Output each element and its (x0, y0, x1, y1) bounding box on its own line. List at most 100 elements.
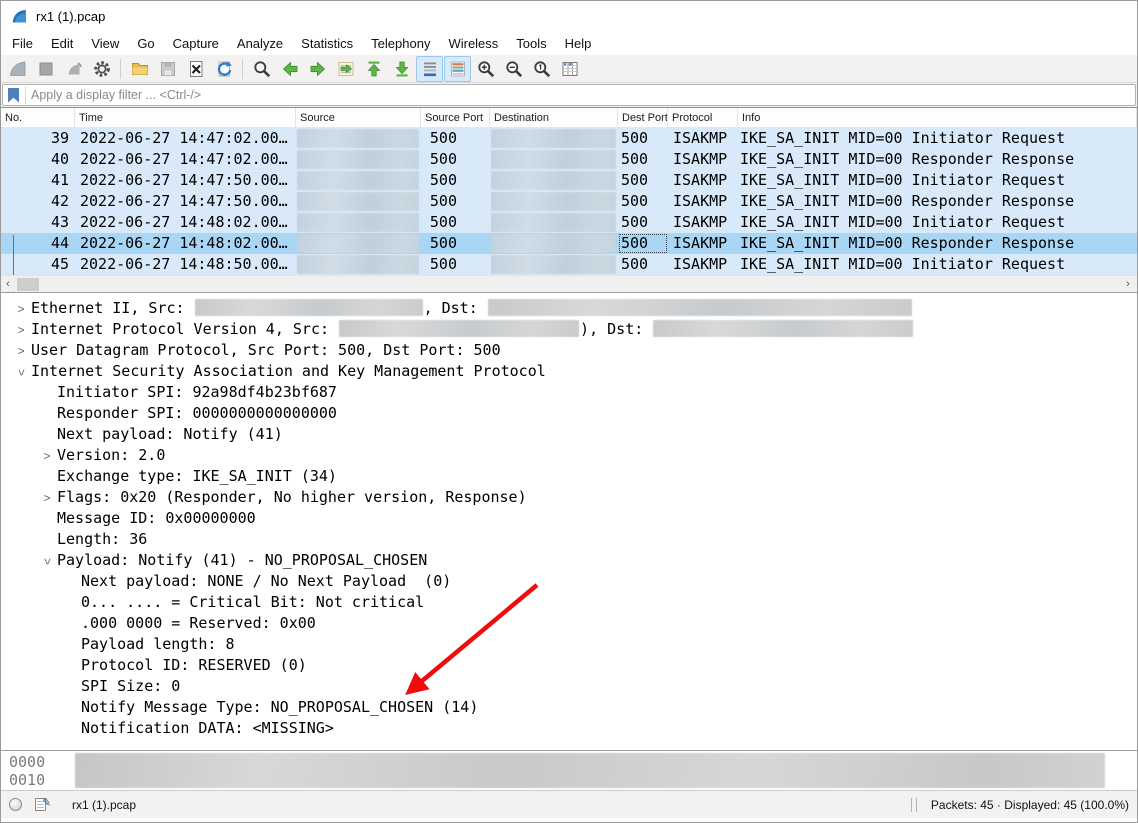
packet-time: 2022-06-27 14:47:50.00… (75, 170, 296, 191)
detail-row[interactable]: >Flags: 0x20 (Responder, No higher versi… (1, 487, 1137, 508)
detail-text: Initiator SPI: 92a98df4b23bf687 (57, 383, 337, 401)
column-header[interactable]: Source Port (421, 108, 490, 127)
find-packet-icon[interactable] (248, 56, 275, 82)
detail-text: Flags: 0x20 (Responder, No higher versio… (57, 488, 527, 506)
go-forward-icon[interactable] (304, 56, 331, 82)
column-header[interactable]: Protocol (668, 108, 738, 127)
detail-row[interactable]: >Payload: Notify (41) - NO_PROPOSAL_CHOS… (1, 550, 1137, 571)
first-packet-icon[interactable] (360, 56, 387, 82)
detail-row[interactable]: Next payload: NONE / No Next Payload (0) (1, 571, 1137, 592)
expander-icon[interactable]: > (11, 299, 31, 320)
packet-protocol: ISAKMP (668, 233, 738, 254)
redacted-source (297, 129, 419, 148)
detail-row[interactable]: Notify Message Type: NO_PROPOSAL_CHOSEN … (1, 697, 1137, 718)
zoom-in-icon[interactable] (472, 56, 499, 82)
save-file-icon[interactable] (154, 56, 181, 82)
expander-icon[interactable]: > (37, 446, 57, 467)
column-header[interactable]: Time (75, 108, 296, 127)
scroll-left-arrow-icon[interactable]: ‹ (1, 277, 15, 292)
expander-icon[interactable]: > (37, 488, 57, 509)
detail-row[interactable]: >Version: 2.0 (1, 445, 1137, 466)
open-file-icon[interactable] (126, 56, 153, 82)
packet-source-port: 500 (421, 170, 490, 191)
detail-text: Ethernet II, Src: , Dst: (31, 299, 913, 317)
zoom-original-icon[interactable] (528, 56, 555, 82)
detail-row[interactable]: >Ethernet II, Src: , Dst: (1, 298, 1137, 319)
stop-capture-icon[interactable] (32, 56, 59, 82)
detail-row[interactable]: Responder SPI: 0000000000000000 (1, 403, 1137, 424)
detail-row[interactable]: Message ID: 0x00000000 (1, 508, 1137, 529)
last-packet-icon[interactable] (388, 56, 415, 82)
go-to-packet-icon[interactable] (332, 56, 359, 82)
main-toolbar (1, 55, 1137, 83)
colorize-icon[interactable] (444, 56, 471, 82)
column-header[interactable]: Dest Port (618, 108, 668, 127)
expander-icon[interactable]: > (37, 552, 58, 572)
start-capture-icon[interactable] (4, 56, 31, 82)
packet-time: 2022-06-27 14:48:02.00… (75, 233, 296, 254)
menu-item[interactable]: Wireless (439, 33, 507, 54)
menu-item[interactable]: Statistics (292, 33, 362, 54)
detail-text: Responder SPI: 0000000000000000 (57, 404, 337, 422)
menu-item[interactable]: Telephony (362, 33, 439, 54)
menu-item[interactable]: Go (128, 33, 163, 54)
detail-text: Protocol ID: RESERVED (0) (81, 656, 307, 674)
detail-row[interactable]: >Internet Protocol Version 4, Src: ), Ds… (1, 319, 1137, 340)
expander-icon[interactable]: > (11, 341, 31, 362)
menu-item[interactable]: Tools (507, 33, 555, 54)
menu-item[interactable]: Capture (164, 33, 228, 54)
packet-row[interactable]: 41 2022-06-27 14:47:50.00… 500 500 ISAKM… (1, 170, 1137, 191)
display-filter-input[interactable] (31, 88, 1135, 102)
column-header[interactable]: No. (1, 108, 75, 127)
detail-row[interactable]: .000 0000 = Reserved: 0x00 (1, 613, 1137, 634)
packet-info: IKE_SA_INIT MID=00 Responder Response (738, 233, 1137, 254)
packet-time: 2022-06-27 14:48:02.00… (75, 212, 296, 233)
packet-row[interactable]: 45 2022-06-27 14:48:50.00… 500 500 ISAKM… (1, 254, 1137, 275)
packet-row[interactable]: 44 2022-06-27 14:48:02.00… 500 500 ISAKM… (1, 233, 1137, 254)
detail-row[interactable]: Next payload: Notify (41) (1, 424, 1137, 445)
detail-row[interactable]: Initiator SPI: 92a98df4b23bf687 (1, 382, 1137, 403)
packet-row[interactable]: 42 2022-06-27 14:47:50.00… 500 500 ISAKM… (1, 191, 1137, 212)
restart-capture-icon[interactable] (60, 56, 87, 82)
horizontal-scrollbar[interactable]: ‹ › (1, 275, 1137, 292)
toolbar-separator (120, 59, 121, 79)
auto-scroll-icon[interactable] (416, 56, 443, 82)
column-header[interactable]: Source (296, 108, 421, 127)
detail-row[interactable]: Notification DATA: <MISSING> (1, 718, 1137, 739)
filter-bookmark-icon[interactable] (8, 88, 19, 103)
packet-row[interactable]: 43 2022-06-27 14:48:02.00… 500 500 ISAKM… (1, 212, 1137, 233)
detail-row[interactable]: >User Datagram Protocol, Src Port: 500, … (1, 340, 1137, 361)
detail-row[interactable]: >Internet Security Association and Key M… (1, 361, 1137, 382)
detail-row[interactable]: SPI Size: 0 (1, 676, 1137, 697)
menu-item[interactable]: Help (556, 33, 601, 54)
menu-item[interactable]: Edit (42, 33, 82, 54)
menu-item[interactable]: Analyze (228, 33, 292, 54)
menu-item[interactable]: File (3, 33, 42, 54)
packet-row[interactable]: 40 2022-06-27 14:47:02.00… 500 500 ISAKM… (1, 149, 1137, 170)
resize-columns-icon[interactable] (556, 56, 583, 82)
capture-options-icon[interactable] (88, 56, 115, 82)
reload-file-icon[interactable] (210, 56, 237, 82)
scroll-right-arrow-icon[interactable]: › (1121, 277, 1135, 292)
display-filter-box[interactable] (2, 84, 1136, 106)
go-back-icon[interactable] (276, 56, 303, 82)
detail-row[interactable]: Exchange type: IKE_SA_INIT (34) (1, 466, 1137, 487)
detail-row[interactable]: 0... .... = Critical Bit: Not critical (1, 592, 1137, 613)
detail-row[interactable]: Payload length: 8 (1, 634, 1137, 655)
menu-item[interactable]: View (82, 33, 128, 54)
detail-row[interactable]: Protocol ID: RESERVED (0) (1, 655, 1137, 676)
close-file-icon[interactable] (182, 56, 209, 82)
column-header[interactable]: Info (738, 108, 1137, 127)
expander-icon[interactable]: > (11, 363, 32, 383)
detail-row[interactable]: Length: 36 (1, 529, 1137, 550)
packet-number: 39 (1, 128, 75, 149)
column-header[interactable]: Destination (490, 108, 618, 127)
expert-info-icon[interactable] (9, 798, 22, 811)
capture-comment-icon[interactable]: ✎ (35, 797, 50, 812)
scrollbar-thumb[interactable] (17, 278, 39, 291)
zoom-out-icon[interactable] (500, 56, 527, 82)
filter-separator (25, 86, 26, 104)
expander-icon[interactable]: > (11, 320, 31, 341)
packet-row[interactable]: 39 2022-06-27 14:47:02.00… 500 500 ISAKM… (1, 128, 1137, 149)
packet-time: 2022-06-27 14:47:50.00… (75, 191, 296, 212)
